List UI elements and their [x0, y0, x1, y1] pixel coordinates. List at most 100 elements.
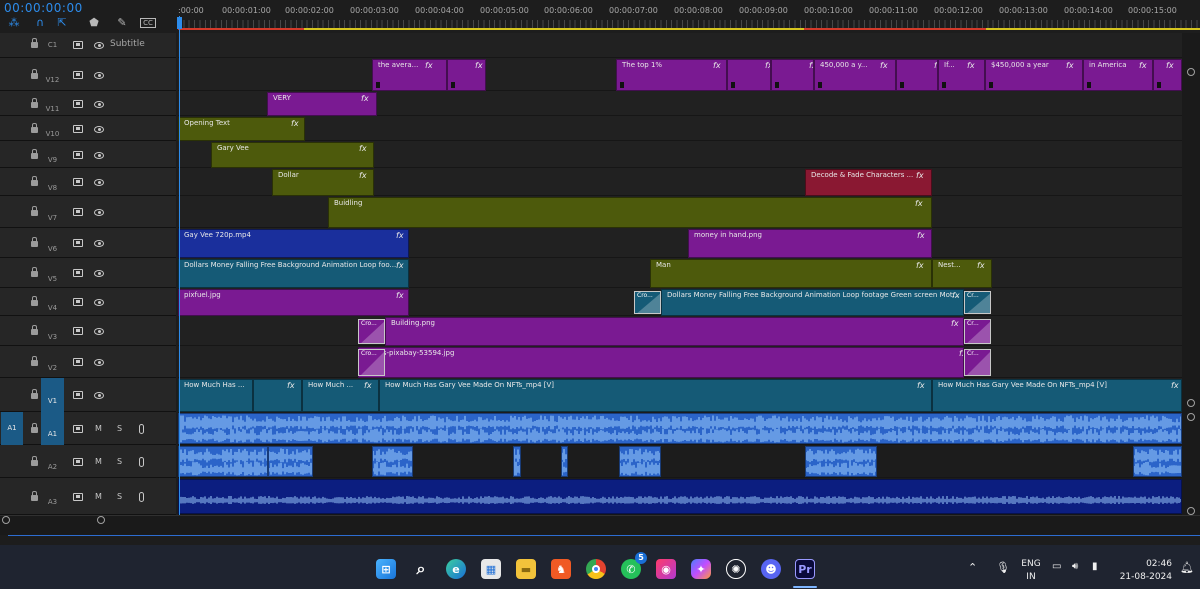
- linked-selection-icon[interactable]: ⇱: [54, 16, 70, 30]
- timeline-clip[interactable]: 450,000 a y... fx: [814, 59, 896, 91]
- timeline-clip[interactable]: How Much ... fx: [302, 379, 379, 412]
- fx-badge[interactable]: fx: [475, 61, 483, 70]
- cross-dissolve-transition[interactable]: Cr...: [964, 349, 991, 376]
- playhead-timecode[interactable]: 00:00:00:00: [4, 1, 83, 15]
- scroll-knob-top[interactable]: [1187, 68, 1195, 76]
- lock-icon[interactable]: [31, 389, 38, 399]
- audio-clip-a1[interactable]: [178, 413, 1182, 444]
- toggle-output-eye-icon[interactable]: [94, 179, 104, 186]
- fx-badge[interactable]: fx: [359, 171, 367, 180]
- sync-lock-icon[interactable]: [73, 100, 83, 108]
- fx-badge[interactable]: fx: [1139, 61, 1147, 70]
- fx-badge[interactable]: fx: [916, 171, 924, 180]
- sync-lock-icon[interactable]: [73, 178, 83, 186]
- sync-lock-icon[interactable]: [73, 358, 83, 366]
- track-name[interactable]: V4: [41, 288, 64, 316]
- fx-badge[interactable]: fx: [952, 291, 960, 300]
- horizontal-scrollbar[interactable]: [0, 515, 1200, 535]
- clock-date[interactable]: 21-08-2024: [1110, 572, 1172, 582]
- chrome-icon[interactable]: [586, 559, 606, 579]
- timeline-clip[interactable]: fx: [896, 59, 938, 91]
- windows-start-icon[interactable]: ⊞: [376, 559, 396, 579]
- language-top[interactable]: ENG: [1020, 559, 1042, 569]
- tray-overflow-icon[interactable]: ⌃: [968, 561, 977, 574]
- timeline-clip[interactable]: Opening Text fx: [178, 117, 305, 141]
- mute-button[interactable]: M: [95, 492, 102, 501]
- timeline-clip[interactable]: the avera... fx: [372, 59, 447, 91]
- sync-lock-icon[interactable]: [73, 425, 83, 433]
- lock-icon[interactable]: [31, 296, 38, 306]
- sync-lock-icon[interactable]: [73, 298, 83, 306]
- lock-icon[interactable]: [31, 491, 38, 501]
- scroll-knob-mid[interactable]: [97, 516, 105, 524]
- timeline-clip[interactable]: How Much Has ...fx: [178, 379, 253, 412]
- time-ruler[interactable]: :00:00 00:00:01:00 00:00:02:00 00:00:03:00 0…: [178, 0, 1200, 33]
- track-name[interactable]: V7: [41, 196, 64, 228]
- lock-icon[interactable]: [31, 206, 38, 216]
- track-name[interactable]: V3: [41, 316, 64, 346]
- audio-clip-a2[interactable]: [561, 446, 568, 477]
- audio-clip-a2[interactable]: [619, 446, 661, 477]
- cross-dissolve-transition[interactable]: Cro...: [358, 349, 385, 376]
- magnet-icon[interactable]: ∩: [32, 16, 48, 30]
- source-patch-a1[interactable]: A1: [1, 412, 23, 445]
- timeline-clip[interactable]: Building.png fx: [385, 317, 964, 346]
- track-name[interactable]: V9: [41, 141, 64, 168]
- file-explorer-icon[interactable]: ▬: [516, 559, 536, 579]
- track-name[interactable]: V6: [41, 228, 64, 258]
- voiceover-mic-icon[interactable]: [139, 492, 144, 502]
- toggle-output-eye-icon[interactable]: [94, 42, 104, 49]
- track-name[interactable]: A2: [41, 445, 64, 478]
- fx-badge[interactable]: fx: [1166, 61, 1174, 70]
- toggle-output-eye-icon[interactable]: [94, 72, 104, 79]
- voiceover-mic-icon[interactable]: [139, 457, 144, 467]
- scroll-knob-audio-bottom[interactable]: [1187, 507, 1195, 515]
- language-bottom[interactable]: IN: [1020, 572, 1042, 582]
- fx-badge[interactable]: fx: [915, 199, 923, 208]
- openai-icon[interactable]: ✺: [726, 559, 746, 579]
- microphone-icon[interactable]: 🎙︎: [996, 561, 1010, 574]
- lock-icon[interactable]: [31, 38, 38, 48]
- mute-button[interactable]: M: [95, 457, 102, 466]
- fx-badge[interactable]: fx: [359, 144, 367, 153]
- fx-badge[interactable]: fx: [396, 261, 404, 270]
- search-icon[interactable]: ⌕: [411, 559, 431, 579]
- timeline-clip[interactable]: Decode & Fade Characters ... fx: [805, 169, 932, 196]
- timeline-clip[interactable]: Dollars Money Falling Free Background An…: [178, 259, 409, 288]
- fx-badge[interactable]: fx: [396, 291, 404, 300]
- timeline-clip[interactable]: The top 1% fx: [616, 59, 727, 91]
- timeline-clip[interactable]: Nest... fx: [932, 259, 992, 288]
- solo-button[interactable]: S: [117, 457, 122, 466]
- toggle-output-eye-icon[interactable]: [94, 209, 104, 216]
- track-name[interactable]: V5: [41, 258, 64, 288]
- scroll-knob-left[interactable]: [2, 516, 10, 524]
- timeline-clip[interactable]: Gary Vee fx: [211, 142, 374, 168]
- sync-lock-icon[interactable]: [73, 391, 83, 399]
- sync-lock-icon[interactable]: [73, 493, 83, 501]
- timeline-clip[interactable]: pexels-pixabay-53594.jpgfx: [358, 347, 964, 378]
- toggle-output-eye-icon[interactable]: [94, 299, 104, 306]
- toggle-output-eye-icon[interactable]: [94, 152, 104, 159]
- horizontal-scroll-thumb[interactable]: [8, 535, 1200, 536]
- timeline-clip[interactable]: fx: [253, 379, 302, 412]
- solo-button[interactable]: S: [117, 492, 122, 501]
- toggle-output-eye-icon[interactable]: [94, 270, 104, 277]
- timeline-tracks[interactable]: the avera...fxfxThe top 1%fxfxfx450,000 …: [178, 33, 1182, 515]
- audio-clip-a2[interactable]: [268, 446, 313, 477]
- timeline-clip[interactable]: Dollar fx: [272, 169, 374, 196]
- audio-clip-a2[interactable]: [178, 446, 268, 477]
- lock-icon[interactable]: [31, 456, 38, 466]
- volume-icon[interactable]: 🔊︎: [1072, 561, 1078, 572]
- sync-lock-icon[interactable]: [73, 71, 83, 79]
- snap-icon[interactable]: ⁂: [6, 16, 22, 30]
- scroll-knob-audio-top[interactable]: [1187, 413, 1195, 421]
- track-name[interactable]: C1: [41, 33, 64, 58]
- lock-icon[interactable]: [31, 423, 38, 433]
- toggle-output-eye-icon[interactable]: [94, 240, 104, 247]
- fx-badge[interactable]: fx: [287, 381, 295, 390]
- copilot-icon[interactable]: ✦: [691, 559, 711, 579]
- fx-badge[interactable]: fx: [1066, 61, 1074, 70]
- lock-icon[interactable]: [31, 267, 38, 277]
- timeline-clip[interactable]: Gay Vee 720p.mp4 fx: [178, 229, 409, 258]
- timeline-clip[interactable]: fx: [727, 59, 771, 91]
